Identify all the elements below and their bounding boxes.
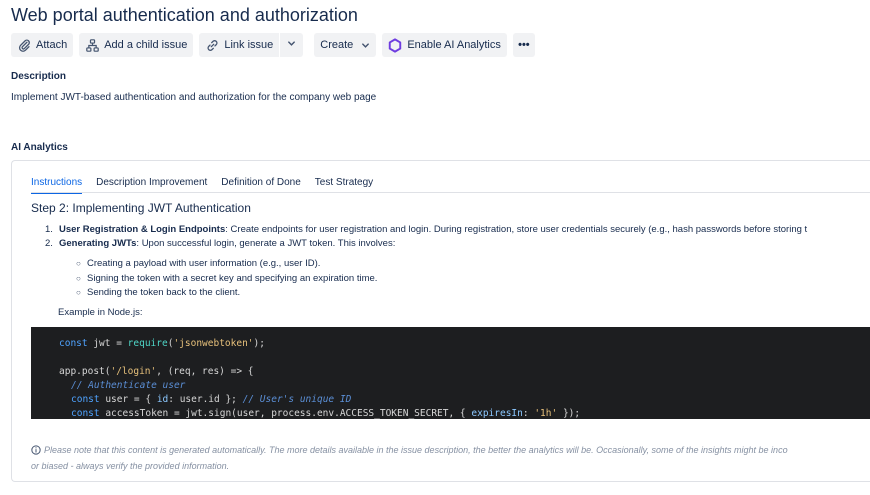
list-item: 2. Generating JWTs: Upon successful login… [45,238,396,249]
list-item: ○ Sending the token back to the client. [76,286,377,301]
create-button[interactable]: Create [314,33,377,57]
description-label: Description [11,71,67,82]
tabs-divider [31,192,870,193]
hierarchy-icon [85,38,99,52]
link-icon [205,38,219,52]
ordered-list: 1. User Registration & Login Endpoints: C… [45,223,807,251]
attach-button[interactable]: Attach [11,33,74,57]
issue-toolbar: Attach Add a child issue Link issue Crea… [11,33,541,57]
link-issue-label: Link issue [224,39,274,51]
create-label: Create [320,39,354,51]
list-item: ○ Signing the token with a secret key and… [76,272,377,287]
bullet-icon: ○ [76,259,81,268]
code-line: const accessToken = jwt.sign(user, proce… [71,408,581,419]
paperclip-icon [17,38,31,52]
enable-ai-analytics-button[interactable]: Enable AI Analytics [382,33,507,57]
step-title: Step 2: Implementing JWT Authentication [31,201,251,215]
bullet-icon: ○ [76,273,81,283]
chevron-down-icon [361,41,370,50]
code-line: const jwt = require('jsonwebtoken'); [59,338,265,349]
issue-title: Web portal authentication and authorizat… [11,5,358,25]
code-line: const user = { id: user.id }; // User's … [71,394,352,405]
code-line: app.post('/login', (req, res) => { [59,366,254,377]
add-child-issue-label: Add a child issue [104,39,188,51]
code-block: const jwt = require('jsonwebtoken'); app… [31,327,870,419]
ai-analytics-label: AI Analytics [11,142,68,153]
code-line: // Authenticate user [71,380,186,391]
description-text: Implement JWT-based authentication and a… [11,92,377,103]
ai-disclaimer: Please note that this content is generat… [31,445,788,471]
bullet-icon: ○ [76,288,81,297]
attach-label: Attach [36,39,68,51]
bullet-list: ○ Creating a payload with user informatio… [76,257,377,301]
more-actions-button[interactable]: ••• [512,33,535,57]
enable-ai-analytics-label: Enable AI Analytics [407,39,501,51]
ai-hexagon-icon [388,37,402,53]
link-issue-button[interactable]: Link issue [199,33,280,57]
list-item: 1. User Registration & Login Endpoints: C… [45,224,808,235]
more-icon: ••• [518,39,530,51]
example-label: Example in Node.js: [58,307,143,318]
chevron-down-icon [287,39,296,51]
list-item: ○ Creating a payload with user informatio… [76,257,377,272]
link-issue-dropdown-button[interactable] [280,33,304,57]
ai-analytics-panel: Instructions Description Improvement Def… [11,160,870,482]
info-icon [31,445,41,459]
add-child-issue-button[interactable]: Add a child issue [79,33,194,57]
